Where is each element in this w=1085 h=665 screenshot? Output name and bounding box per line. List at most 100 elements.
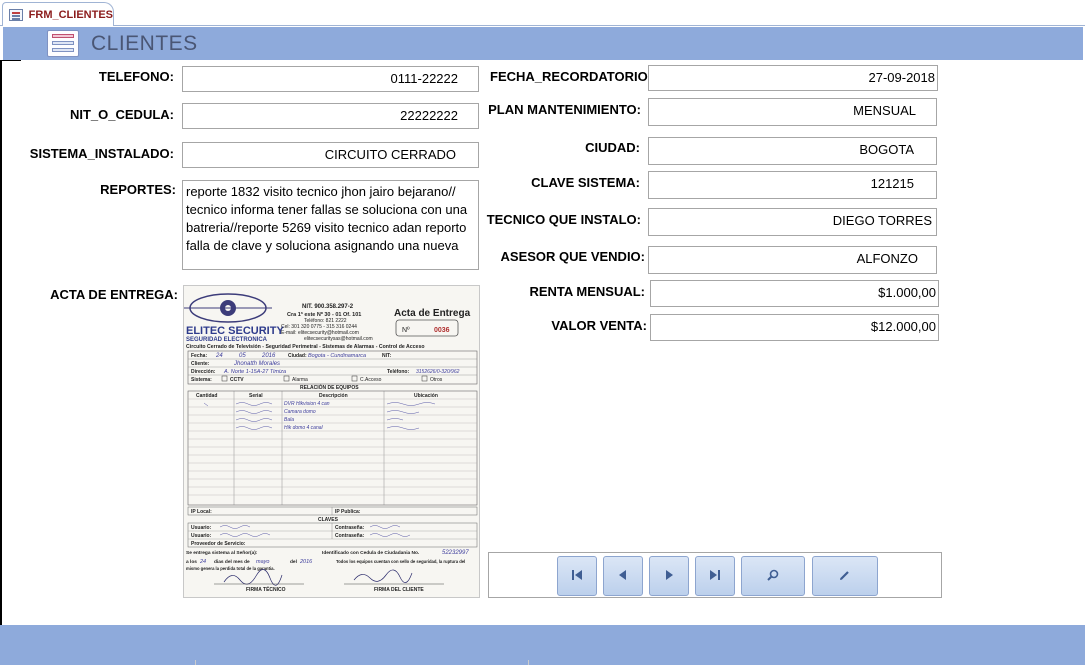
fecha-label: Fecha: [191, 353, 207, 359]
nit-field[interactable]: 22222222 [182, 103, 479, 129]
entrega-text: Se entrega sistema al Señor(a): [186, 550, 258, 556]
acta-de-entrega-image[interactable]: ELITEC SECURITY SEGURIDAD ELECTRONICA NI… [183, 285, 480, 598]
previous-record-icon [616, 568, 630, 585]
search-icon [766, 568, 780, 585]
tab-label: FRM_CLIENTES [28, 8, 113, 21]
venta-label: VALOR VENTA: [551, 318, 647, 333]
alarma-option: Alarma [292, 377, 308, 383]
identificado-text: Identificado con Cedula de Ciudadania No… [322, 550, 419, 556]
sistema-field[interactable]: CIRCUITO CERRADO [182, 142, 479, 168]
col-descripcion: Descripción [319, 393, 348, 399]
document-tab-strip: FRM_CLIENTES [0, 0, 1085, 26]
first-record-icon [570, 568, 584, 585]
contrasena-label-2: Contraseña: [335, 533, 365, 539]
status-divider [195, 660, 196, 665]
fecha-recordatorio-field[interactable]: 27-09-2018 [648, 65, 938, 91]
record-selector [0, 60, 21, 625]
ciudad-label: Ciudad: [288, 353, 307, 359]
fecha-day: 24 [215, 353, 223, 359]
direccion-label: Dirección: [191, 369, 216, 375]
claves-heading: CLAVES [318, 517, 339, 523]
last-record-button[interactable] [695, 556, 735, 596]
telefono-doc-label: Teléfono: [387, 369, 409, 375]
mes-label: dias del mes de [214, 559, 250, 565]
first-record-button[interactable] [557, 556, 597, 596]
tecnico-field[interactable]: DIEGO TORRES [648, 208, 937, 236]
form-icon [47, 30, 79, 57]
asesor-label: ASESOR QUE VENDIO: [500, 249, 645, 264]
search-button[interactable] [741, 556, 805, 596]
ciudad-field[interactable]: BOGOTA [648, 137, 937, 165]
next-record-icon [662, 568, 676, 585]
form-header: CLIENTES [3, 27, 1083, 60]
year-value: 2016 [299, 559, 313, 565]
handwritten-row-1: DVR Hikvision 4 can [284, 401, 330, 407]
telefono-doc-value: 3152626/0-320/962 [416, 369, 460, 375]
sistema-doc-label: Sistema: [191, 377, 212, 383]
tab-frm-clientes[interactable]: FRM_CLIENTES [2, 2, 114, 26]
acta-label: ACTA DE ENTREGA: [50, 287, 178, 302]
handwritten-row-3: Bala [284, 417, 294, 423]
fecha-recordatorio-label: FECHA_RECORDATORIO: [490, 69, 653, 84]
renta-label: RENTA MENSUAL: [529, 284, 645, 299]
doc-title: Acta de Entrega [394, 308, 471, 319]
reportes-field[interactable]: reporte 1832 visito tecnico jhon jairo b… [182, 180, 479, 270]
previous-record-button[interactable] [603, 556, 643, 596]
doc-number-label: Nº [402, 327, 410, 334]
tecnico-label: TECNICO QUE INSTALO: [486, 212, 641, 227]
edit-button[interactable] [812, 556, 878, 596]
acceso-option: C.Acceso [360, 377, 382, 383]
last-record-icon [708, 568, 722, 585]
ciudad-value: Bogota - Cundinamarca [308, 353, 366, 359]
asesor-field[interactable]: ALFONZO [648, 246, 937, 274]
telefono-label: TELEFONO: [98, 69, 174, 84]
ip-local-label: IP Local: [191, 509, 212, 515]
firma-cliente: FIRMA DEL CLIENTE [374, 587, 424, 593]
usuario-label-1: Usuario: [191, 525, 212, 531]
plan-label: PLAN MANTENIMIENTO: [488, 102, 641, 117]
venta-field[interactable]: $12.000,00 [650, 314, 939, 341]
fecha-year: 2016 [261, 353, 276, 359]
mes-value: mayo [256, 559, 269, 565]
doc-address: Cra 1ª este Nº 30 - 01 Of. 101 [287, 311, 361, 318]
pencil-icon [838, 568, 852, 585]
clave-field[interactable]: 121215 [648, 171, 937, 199]
doc-services: Circuito Cerrado de Televisión - Segurid… [186, 344, 425, 350]
cctv-option: CCTV [230, 377, 244, 383]
usuario-label-2: Usuario: [191, 533, 212, 539]
ciudad-label: CIUDAD: [585, 140, 640, 155]
relacion-heading: RELACIÓN DE EQUIPOS [300, 383, 359, 391]
nit-label: NIT_O_CEDULA: [69, 107, 174, 122]
company-subtitle: SEGURIDAD ELECTRONICA [186, 337, 268, 343]
handwritten-row-2: Camara domo [284, 409, 316, 415]
renta-field[interactable]: $1.000,00 [650, 280, 939, 307]
cliente-label: Cliente: [191, 361, 210, 367]
form-icon [9, 8, 23, 21]
doc-nit: NIT. 900.358.297-2 [302, 304, 354, 310]
clave-label: CLAVE SISTEMA: [531, 175, 640, 190]
col-ubicacion: Ubicación [414, 393, 438, 399]
doc-email2: elitecsecuritysas@hotmail.com [304, 336, 373, 342]
nit-doc-label: NIT: [382, 353, 392, 359]
col-serial: Serial [249, 393, 263, 399]
otros-option: Otros [430, 377, 443, 383]
doc-number: 0036 [434, 327, 450, 334]
sistema-label: SISTEMA_INSTALADO: [29, 146, 174, 161]
proveedor-label: Proveedor de Servicio: [191, 541, 246, 547]
firma-tecnico: FIRMA TÉCNICO [246, 585, 286, 593]
cedula-value: 52232997 [442, 550, 469, 556]
dia-value: 24 [199, 559, 206, 565]
handwritten-row-4: Hik domo 4 canal [284, 425, 324, 431]
dias-text: a los [186, 559, 197, 565]
direccion-value: A. Norte 1-15A-27 Timiza [223, 369, 286, 375]
ip-publica-label: IP Publica: [335, 509, 361, 515]
next-record-button[interactable] [649, 556, 689, 596]
reportes-label: REPORTES: [100, 182, 176, 197]
col-cantidad: Cantidad [196, 393, 217, 399]
form-title: CLIENTES [91, 32, 198, 55]
plan-field[interactable]: MENSUAL [648, 98, 937, 126]
telefono-field[interactable]: 0111-22222 [182, 66, 479, 92]
fecha-month: 05 [239, 353, 246, 359]
company-name: ELITEC SECURITY [186, 325, 284, 337]
navigation-bar [488, 552, 942, 598]
